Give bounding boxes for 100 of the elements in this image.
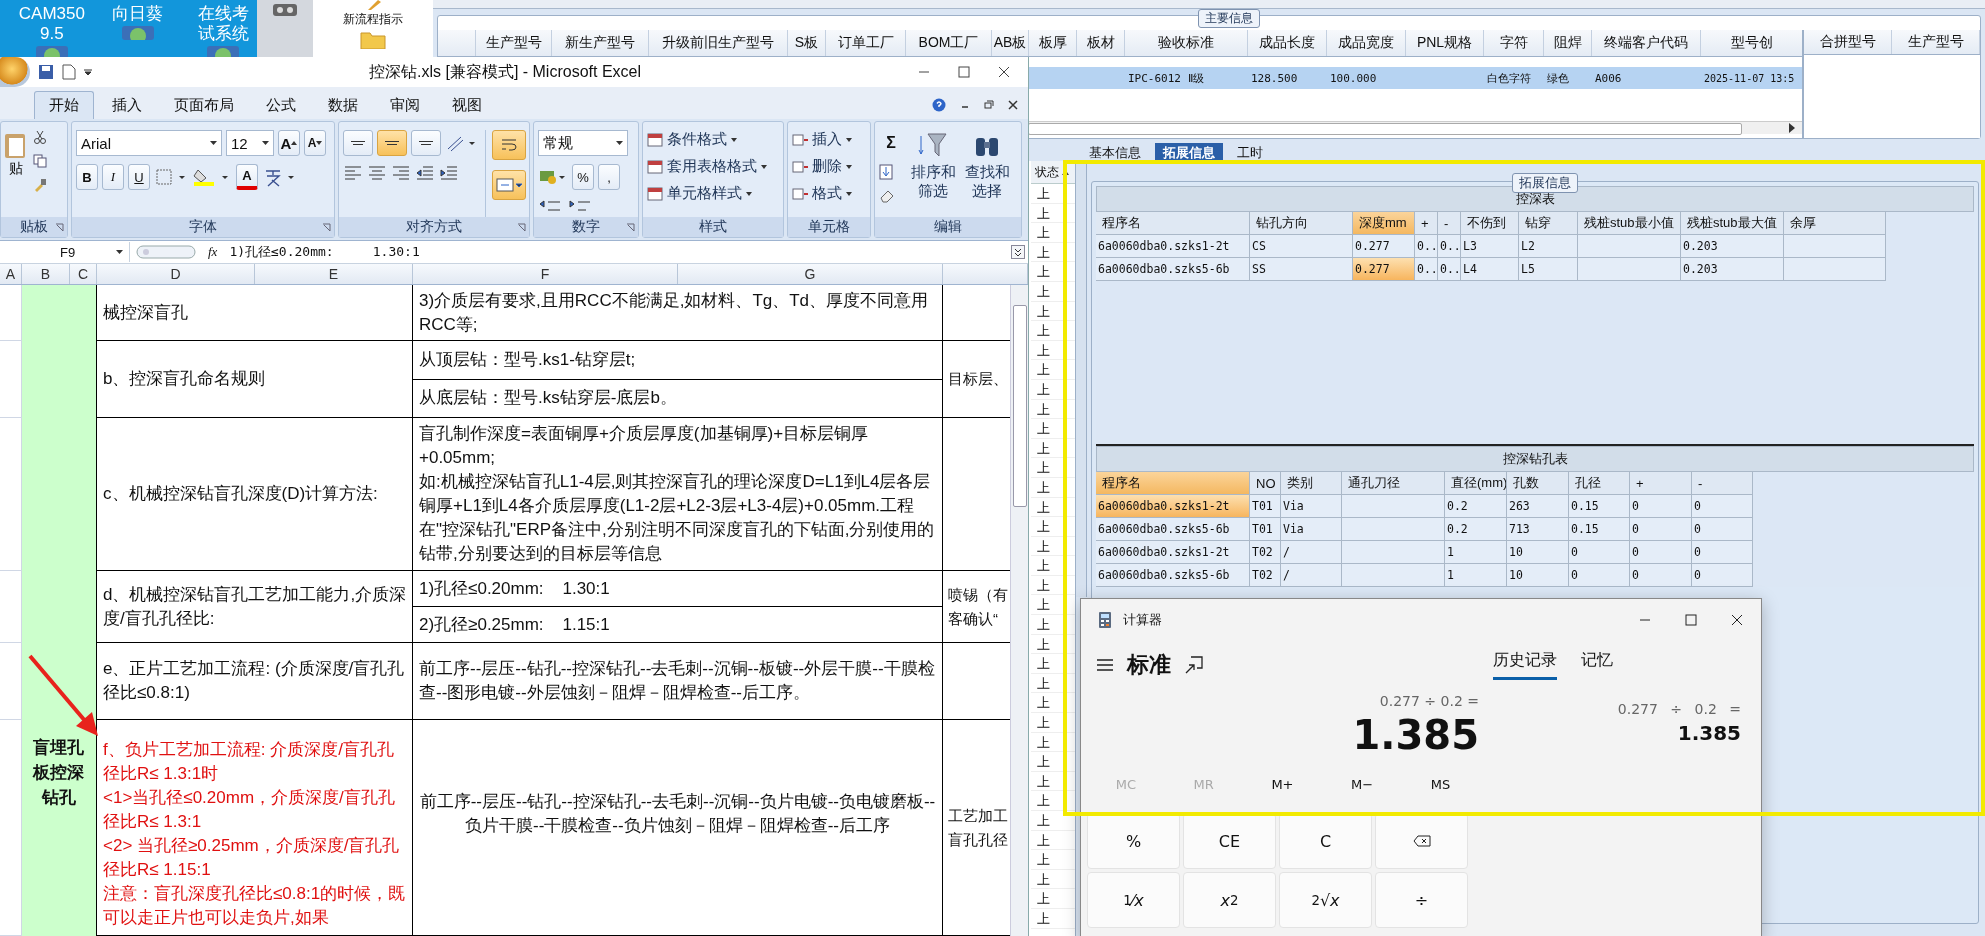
list-cell[interactable]: 上 xyxy=(1031,889,1075,909)
table-cell[interactable]: L3 xyxy=(1461,235,1519,258)
list-cell[interactable]: 上 xyxy=(1031,301,1075,322)
table-cell[interactable]: 6a0060dba0.szks1-2t xyxy=(1096,541,1250,564)
column-header[interactable]: 状态 xyxy=(1035,163,1059,181)
list-cell[interactable]: 上 xyxy=(1031,497,1075,518)
list-cell[interactable]: 上 xyxy=(1031,830,1075,851)
increase-indent-icon[interactable] xyxy=(439,164,459,182)
column-header[interactable]: 终端客户代码 xyxy=(1592,30,1701,56)
dropdown-icon[interactable] xyxy=(84,68,92,76)
table-cell[interactable]: Via xyxy=(1281,518,1342,541)
column-header[interactable]: 订单工厂 xyxy=(826,30,906,56)
menu-button[interactable]: 插入 xyxy=(812,130,842,149)
list-cell[interactable]: 上 xyxy=(1031,575,1075,596)
list-cell[interactable]: 上 xyxy=(1031,340,1075,361)
scroll-thumb[interactable] xyxy=(1013,305,1027,507)
column-header[interactable]: 余厚 xyxy=(1784,212,1886,235)
table-cell[interactable]: 6a0060dba0.szks5-6b xyxy=(1096,258,1250,281)
maximize-icon[interactable] xyxy=(1685,614,1697,626)
menu-button[interactable]: 删除 xyxy=(812,157,842,176)
table-cell[interactable]: 0 xyxy=(1630,495,1692,518)
column-header[interactable]: F xyxy=(413,264,678,284)
currency-icon[interactable] xyxy=(538,168,568,186)
table-row[interactable]: 6a0060dba0.szks5-6b T02 / 1 10 0 0 0 xyxy=(1096,564,1974,587)
sidebar-item[interactable]: 新流程指示 xyxy=(343,11,403,28)
list-cell[interactable]: 上 xyxy=(1031,908,1075,929)
column-header[interactable]: 残桩stub最大值 xyxy=(1681,212,1784,235)
help-icon[interactable] xyxy=(932,98,946,112)
list-cell[interactable]: 上 xyxy=(1031,850,1075,870)
column-header[interactable]: BOM工厂 xyxy=(906,30,992,56)
toolbar-icon[interactable] xyxy=(272,2,298,18)
column-header[interactable]: 验收标准 xyxy=(1125,30,1248,56)
table-cell[interactable]: 0 xyxy=(1569,564,1630,587)
column-header[interactable]: NO xyxy=(1250,472,1281,495)
table-cell[interactable]: 6a0060dba0.szks5-6b xyxy=(1096,518,1250,541)
list-cell[interactable]: 上 xyxy=(1031,732,1075,753)
list-cell[interactable]: 上 xyxy=(1031,811,1075,831)
formula-field[interactable]: 1)孔径≤0.20mm: 1.30:1 xyxy=(229,243,1005,261)
list-cell[interactable]: 上 xyxy=(1031,321,1075,341)
column-header[interactable]: D xyxy=(97,264,255,284)
memory-button[interactable]: MS xyxy=(1430,775,1451,793)
column-header[interactable]: 新生产型号 xyxy=(552,30,649,56)
tab[interactable]: 历史记录 xyxy=(1493,650,1557,680)
column-header[interactable]: PNL规格 xyxy=(1406,30,1484,56)
column-header[interactable]: 钻孔方向 xyxy=(1250,212,1353,235)
column-header[interactable]: B xyxy=(22,264,70,284)
table-cell[interactable]: 0.203 xyxy=(1681,235,1784,258)
column-header[interactable]: C xyxy=(70,264,97,284)
copy-icon[interactable] xyxy=(33,154,47,168)
calculator-key[interactable]: C xyxy=(1279,813,1372,869)
column-header[interactable]: 程序名 xyxy=(1096,472,1250,495)
maximize-icon[interactable] xyxy=(958,66,970,78)
menu-button[interactable]: 单元格样式 xyxy=(667,184,742,203)
table-cell[interactable]: 1 xyxy=(1445,564,1507,587)
merge-center-button[interactable] xyxy=(492,170,526,200)
list-cell[interactable]: 上 xyxy=(1031,536,1075,557)
dialog-launcher-icon[interactable] xyxy=(55,222,64,232)
column-header[interactable]: 阻焊 xyxy=(1544,30,1592,56)
table-cell[interactable]: 6a0060dba0.szks5-6b xyxy=(1096,564,1250,587)
table-cell[interactable]: SS xyxy=(1250,258,1353,281)
column-header[interactable]: 不伤到 xyxy=(1461,212,1519,235)
table-cell[interactable]: 0.. xyxy=(1415,235,1438,258)
brush-icon[interactable] xyxy=(33,178,47,192)
memory-button[interactable]: M+ xyxy=(1271,775,1294,793)
ribbon-tab[interactable]: 开始 xyxy=(34,91,94,119)
table-cell[interactable]: / xyxy=(1281,564,1342,587)
list-cell[interactable]: 上 xyxy=(1031,419,1075,439)
column-header[interactable]: AB板 xyxy=(992,30,1029,56)
table-cell[interactable]: 0.15 xyxy=(1569,495,1630,518)
column-header[interactable]: 通孔刀径 xyxy=(1342,472,1445,495)
ribbon-tab[interactable]: 审阅 xyxy=(376,91,434,119)
column-header[interactable]: S板 xyxy=(788,30,826,56)
table-cell[interactable]: 0.203 xyxy=(1681,258,1784,281)
save-icon[interactable] xyxy=(38,64,54,80)
list-cell[interactable]: 上 xyxy=(1031,713,1075,733)
table-cell[interactable]: / xyxy=(1281,541,1342,564)
list-cell[interactable]: 上 xyxy=(1031,752,1075,772)
list-cell[interactable]: 上 xyxy=(1031,517,1075,537)
list-cell[interactable]: 上 xyxy=(1031,203,1075,224)
dialog-launcher-icon[interactable] xyxy=(322,222,331,232)
table-cell[interactable]: L4 xyxy=(1461,258,1519,281)
bold-button[interactable]: B xyxy=(76,164,98,190)
list-cell[interactable]: 上 xyxy=(1031,615,1075,635)
splitter-icon[interactable] xyxy=(136,244,196,260)
shrink-font-button[interactable]: A xyxy=(304,130,326,156)
column-header[interactable]: 板材 xyxy=(1077,30,1125,56)
font-size-field[interactable]: 12 xyxy=(226,130,274,156)
table-cell[interactable]: 0.. xyxy=(1415,258,1438,281)
table-row[interactable]: 6a0060dba0.szks1-2t CS 0.277 0.. 0.. L3 L2 0.203 xyxy=(1096,235,1974,258)
table-cell[interactable]: 0 xyxy=(1569,541,1630,564)
list-cell[interactable]: 上 xyxy=(1031,399,1075,420)
dialog-launcher-icon[interactable] xyxy=(517,222,526,232)
comma-button[interactable]: , xyxy=(598,164,620,190)
table-row[interactable]: IPC-6012 Ⅱ级 128.500 100.000 白色字符 绿色 A006 2025-11-07 13:5 xyxy=(1028,67,1802,89)
table-cell[interactable]: 0.. xyxy=(1438,258,1461,281)
column-header[interactable]: + xyxy=(1630,472,1692,495)
table-cell[interactable]: 0 xyxy=(1630,564,1692,587)
table-cell[interactable]: T02 xyxy=(1250,564,1281,587)
table-cell[interactable]: 1 xyxy=(1445,541,1507,564)
menu-icon[interactable] xyxy=(1097,659,1113,671)
